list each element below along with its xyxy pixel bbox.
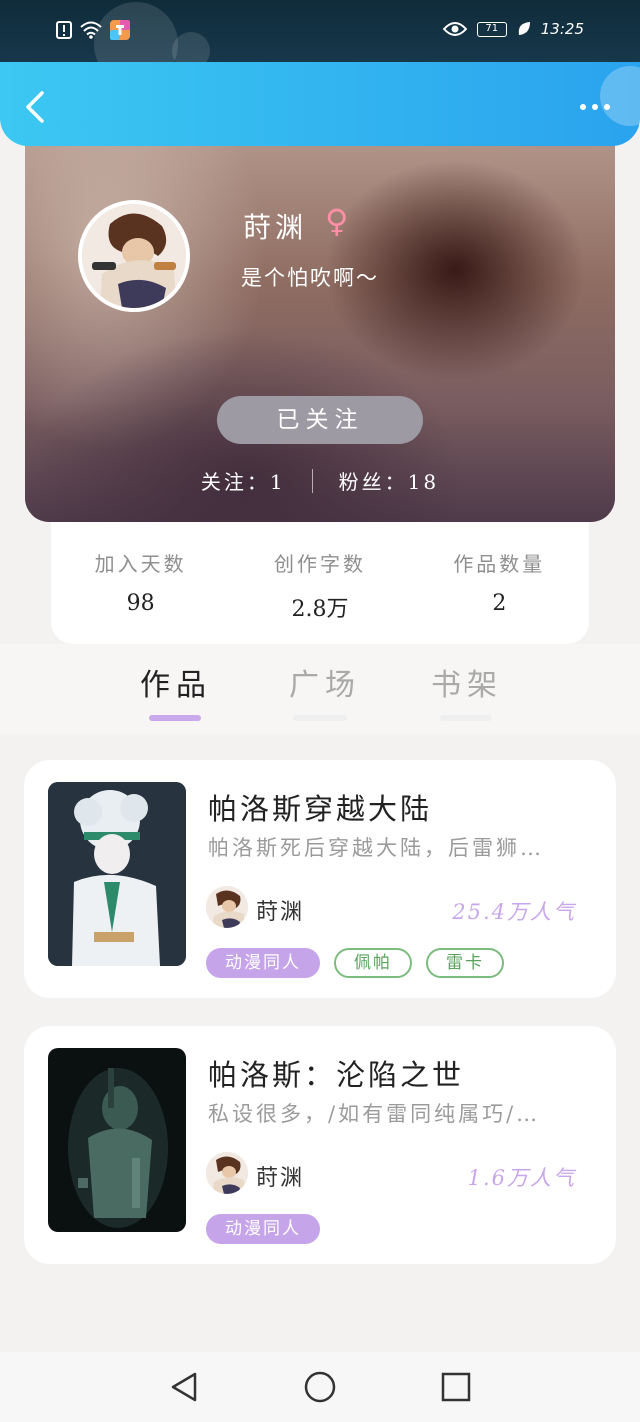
following-stat[interactable]: 关注：1	[201, 466, 286, 495]
tag[interactable]: 佩帕	[334, 948, 412, 978]
tag-list: 动漫同人	[206, 1214, 320, 1244]
nav-recents-icon[interactable]	[428, 1359, 484, 1415]
wifi-icon	[80, 21, 102, 39]
book-description: 私设很多，/如有雷同纯属巧/…	[208, 1102, 541, 1126]
stat-value: 2	[492, 591, 507, 616]
system-nav-bar	[0, 1352, 640, 1422]
tag-list: 动漫同人 佩帕 雷卡	[206, 948, 504, 978]
tag[interactable]: 动漫同人	[206, 948, 320, 978]
chevron-left-icon[interactable]	[22, 90, 48, 124]
stat-word-count: 创作字数 2.8万	[230, 548, 409, 644]
tab-square[interactable]: 广场	[289, 660, 361, 704]
profile-bio: 是个怕吹啊～	[241, 266, 379, 290]
stat-works-count: 作品数量 2	[410, 548, 589, 644]
fans-count: 18	[407, 470, 440, 494]
status-time: 13:25	[540, 20, 584, 38]
tag[interactable]: 动漫同人	[206, 1214, 320, 1244]
nav-back-icon[interactable]	[156, 1359, 212, 1415]
eye-icon	[442, 22, 467, 36]
profile-name: 莳渊	[243, 211, 308, 244]
avatar-image	[206, 1152, 248, 1194]
nav-home-icon[interactable]	[292, 1359, 348, 1415]
cover-image	[48, 782, 186, 966]
book-title: 帕洛斯穿越大陆	[208, 792, 433, 826]
cover-image	[48, 1048, 186, 1232]
fans-label: 粉丝：	[338, 470, 408, 494]
status-bar: 71 13:25	[0, 0, 640, 86]
follow-counts: 关注：1 粉丝：18	[25, 466, 615, 495]
author-name: 莳渊	[256, 900, 305, 925]
book-cover[interactable]	[48, 782, 186, 966]
tab-bookshelf[interactable]: 书架	[431, 660, 503, 704]
battery-icon: 71	[476, 21, 507, 37]
avatar[interactable]	[78, 200, 190, 312]
stat-label: 作品数量	[453, 552, 546, 576]
author-avatar[interactable]	[206, 886, 248, 928]
decor-bubble	[600, 66, 640, 126]
following-label: 关注：	[200, 470, 270, 494]
female-icon: ♀	[325, 202, 349, 240]
stat-join-days: 加入天数 98	[51, 548, 230, 644]
fans-stat[interactable]: 粉丝：18	[339, 466, 439, 495]
tab-works[interactable]: 作品	[140, 660, 212, 704]
tab-indicator	[440, 715, 492, 721]
app-notification-icon	[110, 20, 130, 40]
top-header	[0, 62, 640, 146]
stat-value: 2.8万	[291, 597, 349, 622]
alert-icon	[56, 21, 72, 39]
book-card[interactable]: 帕洛斯：沦陷之世 私设很多，/如有雷同纯属巧/… 莳渊 1.6万人气 动漫同人	[24, 1026, 616, 1264]
tab-indicator	[293, 715, 347, 721]
leaf-icon	[518, 22, 530, 35]
stats-panel: 加入天数 98 创作字数 2.8万 作品数量 2	[51, 508, 589, 644]
tag[interactable]: 雷卡	[426, 948, 504, 978]
avatar-image	[206, 886, 248, 928]
book-title: 帕洛斯：沦陷之世	[208, 1058, 465, 1092]
book-cover[interactable]	[48, 1048, 186, 1232]
stat-label: 创作字数	[273, 552, 366, 576]
following-count: 1	[269, 470, 286, 494]
popularity: 25.4万人气	[452, 900, 576, 924]
more-dots-icon[interactable]	[580, 104, 610, 110]
book-description: 帕洛斯死后穿越大陆，后雷狮…	[208, 836, 544, 860]
book-card[interactable]: 帕洛斯穿越大陆 帕洛斯死后穿越大陆，后雷狮… 莳渊 25.4万人气 动漫同人 佩…	[24, 760, 616, 998]
author-avatar[interactable]	[206, 1152, 248, 1194]
divider	[311, 468, 313, 493]
avatar-image	[82, 204, 186, 308]
author-name: 莳渊	[256, 1166, 305, 1191]
stat-value: 98	[126, 591, 155, 616]
popularity: 1.6万人气	[467, 1166, 576, 1190]
stat-label: 加入天数	[94, 552, 187, 576]
follow-button[interactable]: 已关注	[217, 396, 423, 444]
profile-card: 莳渊 ♀ 是个怕吹啊～ 已关注 关注：1 粉丝：18	[25, 120, 615, 522]
tab-active-indicator	[149, 715, 201, 721]
